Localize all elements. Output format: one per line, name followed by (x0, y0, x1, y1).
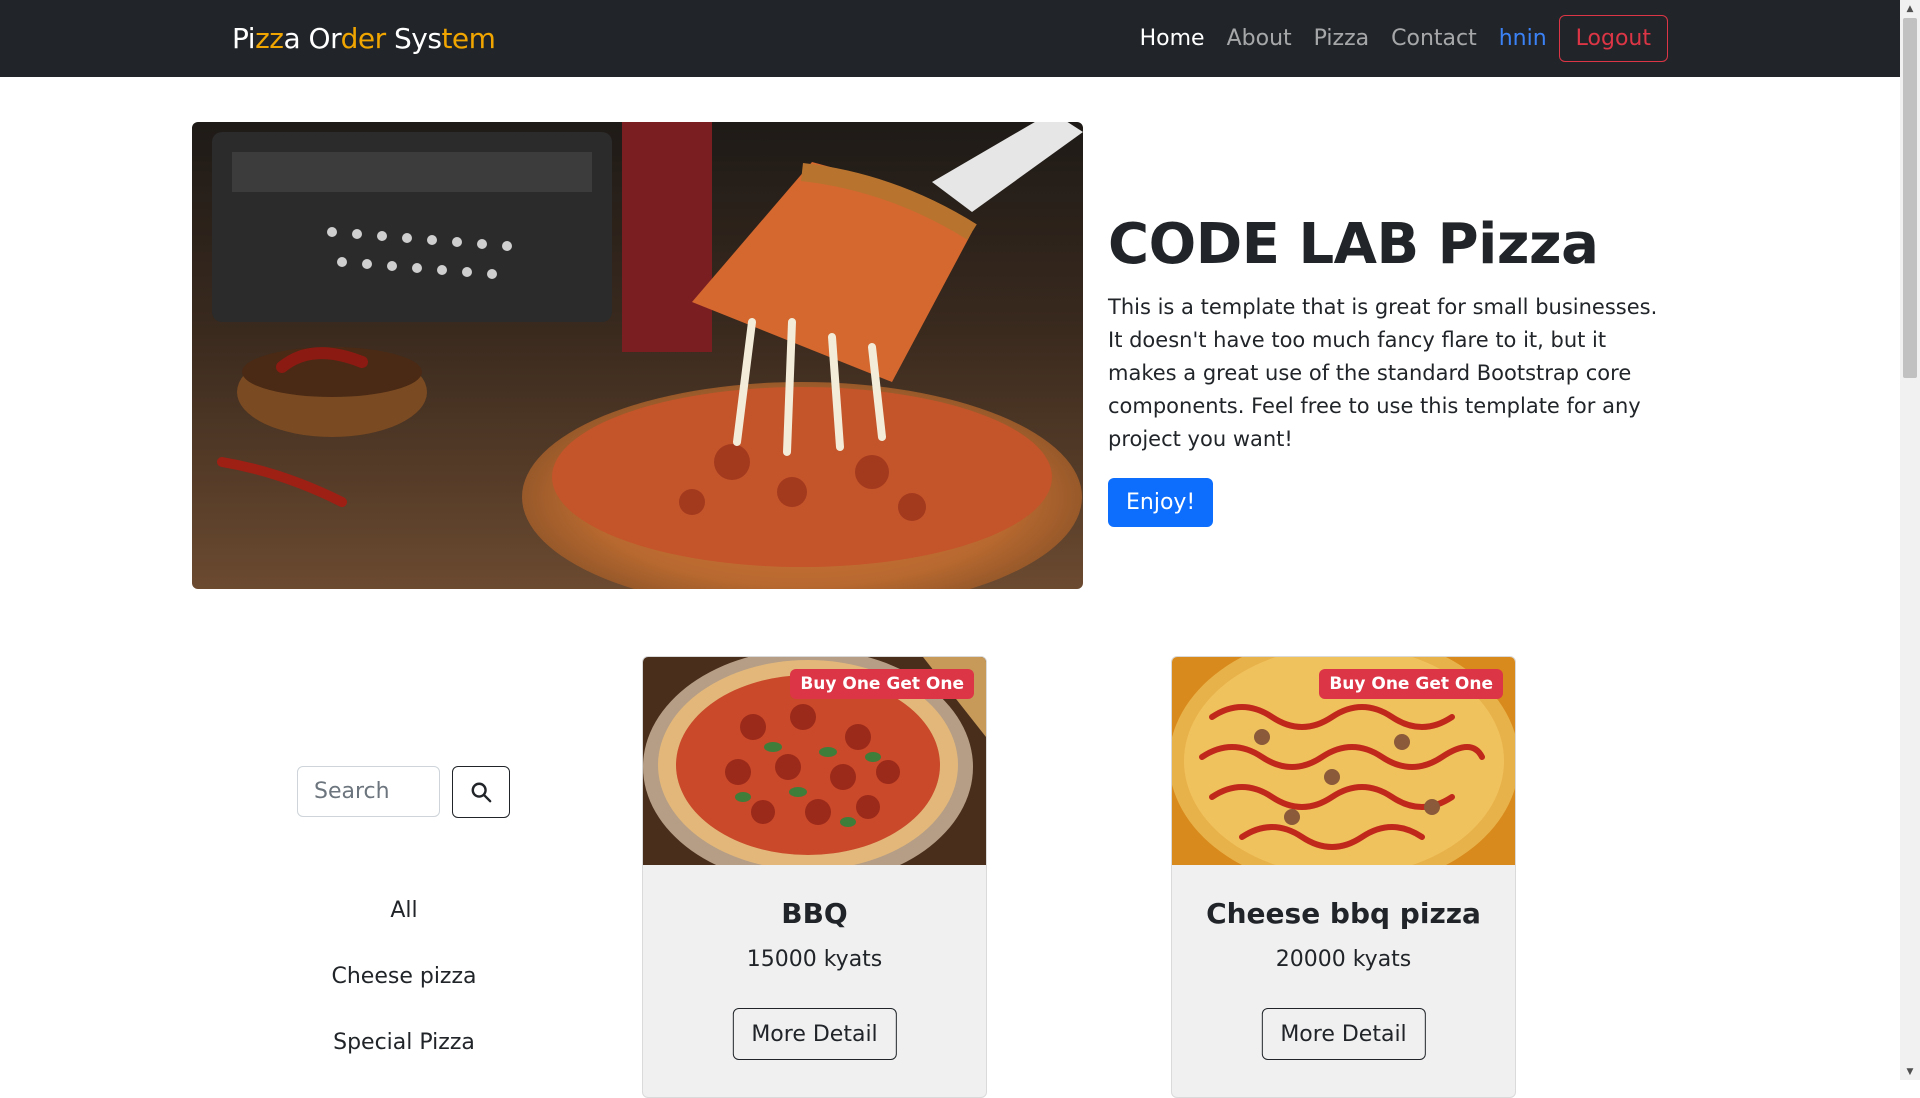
promo-badge: Buy One Get One (1319, 669, 1503, 699)
nav-link-about[interactable]: About (1227, 26, 1292, 51)
brand-part: Pi (232, 22, 256, 55)
product-price: 20000 kyats (1275, 947, 1412, 972)
hero-title: CODE LAB Pizza (1108, 212, 1599, 277)
more-detail-button[interactable]: More Detail (1261, 1008, 1426, 1060)
brand-part: der (340, 22, 387, 55)
brand-logo[interactable]: Pizza Order System (232, 22, 496, 55)
brand-part: a Or (283, 22, 341, 55)
scrollbar[interactable]: ▲ ▼ (1900, 0, 1920, 1080)
category-cheese-pizza[interactable]: Cheese pizza (300, 964, 508, 989)
hero-pizza-image (192, 122, 1083, 589)
product-card: Buy One Get One Cheese bbq pizza 20000 k… (1171, 656, 1516, 1098)
product-name: Cheese bbq pizza (1206, 897, 1481, 930)
category-all[interactable]: All (300, 898, 508, 923)
hero-description: This is a template that is great for sma… (1108, 295, 1658, 451)
scroll-down-arrow-icon[interactable]: ▼ (1900, 1063, 1920, 1080)
search-icon (471, 782, 492, 803)
nav-link-contact[interactable]: Contact (1391, 26, 1477, 51)
nav-link-pizza[interactable]: Pizza (1314, 26, 1369, 51)
brand-part: Sys (385, 22, 442, 55)
product-card: Buy One Get One BBQ 15000 kyats More Det… (642, 656, 987, 1098)
username-label: hnin (1498, 25, 1547, 51)
nav-link-home[interactable]: Home (1140, 26, 1205, 51)
search-input[interactable] (297, 766, 440, 817)
product-name: BBQ (781, 897, 848, 930)
nav-links: Home About Pizza Contact hnin Logout (1118, 11, 1668, 65)
enjoy-button[interactable]: Enjoy! (1108, 478, 1214, 527)
scrollbar-thumb[interactable] (1903, 18, 1917, 378)
category-special-pizza[interactable]: Special Pizza (300, 1030, 508, 1055)
brand-part: tem (441, 22, 496, 55)
more-detail-button[interactable]: More Detail (732, 1008, 897, 1060)
scroll-up-arrow-icon[interactable]: ▲ (1900, 0, 1920, 17)
promo-badge: Buy One Get One (790, 669, 974, 699)
search-button[interactable] (452, 766, 510, 818)
product-price: 15000 kyats (746, 947, 883, 972)
hero-content: CODE LAB Pizza This is a template that i… (1108, 212, 1668, 527)
logout-button[interactable]: Logout (1558, 14, 1668, 62)
brand-part: zz (255, 22, 284, 55)
navbar: Pizza Order System Home About Pizza Cont… (0, 0, 1900, 77)
